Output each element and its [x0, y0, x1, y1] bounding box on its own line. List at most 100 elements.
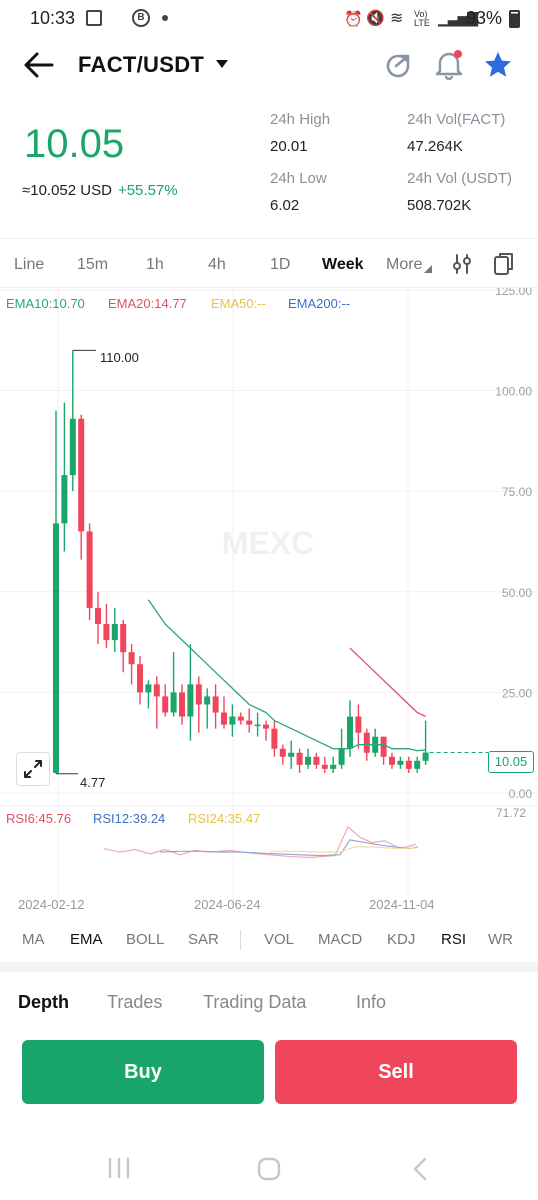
- rsi12-legend: RSI12:39.24: [93, 811, 166, 826]
- price-tick-label: 125.00: [495, 288, 532, 298]
- vol-base-value: 47.264K: [407, 138, 463, 155]
- back-arrow-icon[interactable]: [22, 50, 56, 80]
- ema50-legend: EMA50:--: [211, 296, 266, 311]
- ind-ma[interactable]: MA: [22, 931, 45, 948]
- price-axis: 125.00 100.00 75.00 50.00 25.00 0.00: [495, 288, 532, 801]
- candle-body: [296, 752, 303, 765]
- ind-rsi[interactable]: RSI: [441, 931, 466, 948]
- ind-vol[interactable]: VOL: [264, 931, 294, 948]
- copy-layout-icon[interactable]: [492, 251, 516, 277]
- ind-wr[interactable]: WR: [488, 931, 513, 948]
- candle-body: [279, 748, 286, 757]
- candle-body: [153, 684, 160, 697]
- candle-body: [69, 418, 76, 476]
- ind-sar[interactable]: SAR: [188, 931, 219, 948]
- battery-icon: [509, 10, 520, 28]
- vol-quote-label: 24h Vol (USDT): [407, 170, 513, 187]
- candle-body: [237, 716, 244, 721]
- bell-icon[interactable]: [434, 48, 464, 80]
- status-bar: 10:33 B ⏰ 🔇 ≋ Vo) LTE ▁▃▅▇ 93%: [0, 0, 538, 36]
- tab-line[interactable]: Line: [14, 256, 44, 274]
- candle-body: [380, 736, 387, 757]
- candle-body: [288, 752, 295, 757]
- candle-body: [137, 664, 143, 693]
- tab-15m[interactable]: 15m: [77, 256, 108, 274]
- b-coin-icon: B: [132, 9, 150, 27]
- ind-macd[interactable]: MACD: [318, 931, 362, 948]
- ind-ema[interactable]: EMA: [70, 931, 103, 948]
- candle-body: [86, 531, 93, 608]
- ema20-legend: EMA20:14.77: [108, 296, 187, 311]
- sell-button[interactable]: Sell: [275, 1040, 517, 1104]
- price-change: +55.57%: [117, 182, 178, 199]
- ind-boll[interactable]: BOLL: [126, 931, 164, 948]
- battery-level: 93%: [466, 8, 502, 29]
- mexc-watermark: MEXC: [222, 525, 314, 561]
- wifi-icon: ≋: [390, 10, 404, 27]
- battery-text: 93%: [465, 8, 502, 28]
- tab-4h[interactable]: 4h: [208, 256, 226, 274]
- fullscreen-button[interactable]: [16, 752, 50, 786]
- candle-body: [195, 684, 202, 705]
- candle-body: [145, 684, 152, 693]
- candle-body: [78, 418, 85, 532]
- dropdown-caret-icon[interactable]: [215, 59, 229, 69]
- candles-group: [53, 349, 488, 775]
- tab-more[interactable]: More: [386, 256, 422, 274]
- tab-trading-data[interactable]: Trading Data: [203, 992, 306, 1013]
- home-icon[interactable]: [256, 1156, 282, 1182]
- candle-body: [95, 607, 101, 624]
- pair-header: FACT/USDT: [0, 40, 538, 92]
- price-tick-label: 100.00: [495, 385, 532, 399]
- ema10-legend: EMA10:10.70: [6, 296, 85, 311]
- tab-week[interactable]: Week: [322, 256, 364, 274]
- candle-body: [53, 523, 59, 773]
- favorite-star-icon[interactable]: [483, 50, 513, 80]
- tab-info[interactable]: Info: [356, 992, 386, 1013]
- lte-label: Vo) LTE: [414, 9, 430, 28]
- tab-depth[interactable]: Depth: [18, 992, 69, 1013]
- candle-body: [422, 752, 429, 761]
- alarm-icon: ⏰: [344, 11, 363, 28]
- tab-1d[interactable]: 1D: [270, 256, 290, 274]
- candle-body: [179, 692, 185, 717]
- candle-body: [103, 623, 110, 641]
- buy-button[interactable]: Buy: [22, 1040, 264, 1104]
- candle-body: [229, 716, 236, 725]
- candle-body: [355, 716, 362, 733]
- share-refresh-icon[interactable]: [384, 50, 412, 78]
- date-label-2: 2024-06-24: [194, 897, 261, 912]
- candle-body: [61, 475, 68, 524]
- candle-body: [389, 756, 395, 765]
- indicator-divider: [240, 930, 241, 950]
- back-nav-icon[interactable]: [410, 1156, 430, 1182]
- price-chart[interactable]: MEXC 125.00 100.00 75.00 50.00 25.00 0.00: [0, 288, 538, 920]
- candle-body: [305, 756, 311, 765]
- more-caret-icon: [424, 265, 432, 273]
- candle-body: [187, 684, 194, 717]
- candle-body: [170, 692, 177, 713]
- candle-body: [330, 764, 337, 769]
- expand-icon: [24, 760, 42, 778]
- chart-settings-icon[interactable]: [450, 252, 474, 276]
- section-separator: [0, 962, 538, 972]
- vol-base-label: 24h Vol(FACT): [407, 111, 506, 128]
- rsi24-legend: RSI24:35.47: [188, 811, 261, 826]
- candle-body: [111, 623, 118, 641]
- current-price-tag: 10.05: [488, 751, 534, 773]
- recent-apps-icon[interactable]: [106, 1156, 132, 1180]
- ind-kdj[interactable]: KDJ: [387, 931, 415, 948]
- candle-body: [254, 724, 261, 727]
- ema20-line: [349, 647, 426, 718]
- last-price: 10.05: [24, 122, 125, 166]
- status-time: 10:33: [30, 8, 76, 28]
- tab-trades[interactable]: Trades: [107, 992, 162, 1013]
- min-price-label: 4.77: [80, 775, 106, 790]
- candle-body: [221, 712, 227, 725]
- dot-icon: [162, 15, 168, 21]
- candle-body: [246, 720, 253, 725]
- candle-body: [363, 732, 370, 753]
- notification-icon: [86, 10, 102, 26]
- tab-1h[interactable]: 1h: [146, 256, 164, 274]
- pair-title[interactable]: FACT/USDT: [78, 52, 204, 78]
